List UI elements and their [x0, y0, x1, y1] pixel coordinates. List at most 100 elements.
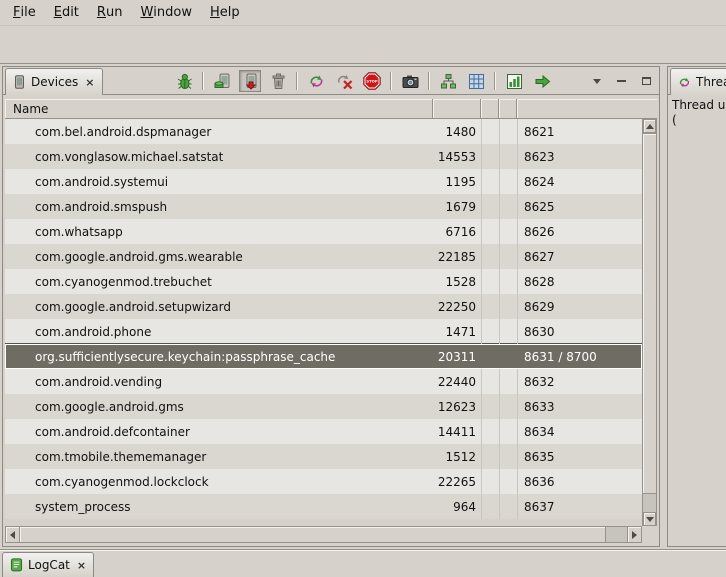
- table-row[interactable]: com.android.systemui 1195 8624: [5, 169, 642, 194]
- empty-cell: [499, 194, 517, 219]
- process-name: com.android.phone: [5, 319, 433, 344]
- process-port: 8635: [517, 444, 642, 469]
- process-pid: 964: [433, 494, 481, 519]
- empty-cell: [481, 319, 499, 344]
- tab-logcat[interactable]: LogCat ×: [2, 552, 94, 577]
- process-name: com.bel.android.dspmanager: [5, 119, 433, 144]
- scroll-up-icon[interactable]: [643, 119, 656, 133]
- debug-icon[interactable]: [173, 70, 195, 92]
- empty-cell: [499, 319, 517, 344]
- toolbar-separator: [390, 72, 392, 90]
- empty-cell: [499, 119, 517, 144]
- empty-cell: [481, 169, 499, 194]
- table-row[interactable]: com.whatsapp 6716 8626: [5, 219, 642, 244]
- process-name: com.android.smspush: [5, 194, 433, 219]
- menu-item[interactable]: Run: [88, 0, 132, 25]
- empty-cell: [481, 219, 499, 244]
- process-name: com.google.android.gms.wearable: [5, 244, 433, 269]
- empty-cell: [481, 119, 499, 144]
- empty-cell: [499, 394, 517, 419]
- cause-gc-icon[interactable]: [267, 70, 289, 92]
- scroll-left-icon[interactable]: [5, 526, 20, 543]
- view-menu-icon[interactable]: [587, 72, 606, 91]
- threads-message-line1: Thread up: [672, 98, 726, 113]
- empty-cell: [499, 494, 517, 519]
- column-header-name[interactable]: Name: [5, 99, 433, 119]
- menu-item[interactable]: Window: [131, 0, 201, 25]
- process-port: 8629: [517, 294, 642, 319]
- process-port: 8626: [517, 219, 642, 244]
- table-row[interactable]: com.google.android.setupwizard 22250 862…: [5, 294, 642, 319]
- ddms-window: File Edit Run Window Help: [0, 0, 726, 577]
- column-header-pid[interactable]: [433, 99, 481, 119]
- table-row[interactable]: com.vonglasow.michael.satstat 14553 8623: [5, 144, 642, 169]
- column-header-port[interactable]: [517, 99, 657, 119]
- process-pid: 22265: [433, 469, 481, 494]
- empty-cell: [481, 194, 499, 219]
- tab-threads[interactable]: Threads: [670, 68, 726, 95]
- capture-ui-hierarchy-icon[interactable]: [437, 70, 459, 92]
- devices-tab-icon: [13, 75, 26, 89]
- empty-cell: [499, 369, 517, 394]
- main-area: Devices ×: [0, 63, 726, 549]
- table-row[interactable]: com.android.defcontainer 14411 8634: [5, 419, 642, 444]
- vertical-scrollbar-thumb[interactable]: [642, 133, 657, 494]
- scroll-down-icon[interactable]: [643, 512, 656, 526]
- menu-item[interactable]: File: [4, 0, 45, 25]
- empty-cell: [481, 469, 499, 494]
- screen-capture-icon[interactable]: [399, 70, 421, 92]
- tab-devices[interactable]: Devices ×: [5, 68, 103, 95]
- close-icon[interactable]: ×: [85, 77, 94, 88]
- devices-panel: Devices ×: [2, 66, 660, 547]
- system-info-icon[interactable]: [503, 70, 525, 92]
- column-header-empty[interactable]: [499, 99, 517, 119]
- vertical-scrollbar[interactable]: [642, 119, 657, 526]
- table-row[interactable]: com.bel.android.dspmanager 1480 8621: [5, 119, 642, 144]
- ddms-toolbar: STOP: [173, 67, 656, 95]
- menu-item[interactable]: Help: [201, 0, 249, 25]
- process-table-body: com.bel.android.dspmanager 1480 8621 com…: [5, 119, 642, 526]
- column-header-empty[interactable]: [481, 99, 499, 119]
- table-row[interactable]: system_process 964 8637: [5, 494, 642, 519]
- process-port: 8634: [517, 419, 642, 444]
- update-heap-icon[interactable]: [211, 70, 233, 92]
- empty-cell: [481, 419, 499, 444]
- toolbar-separator: [296, 72, 298, 90]
- scroll-right-icon[interactable]: [627, 526, 642, 543]
- pixel-perfect-icon[interactable]: [465, 70, 487, 92]
- table-row[interactable]: com.cyanogenmod.trebuchet 1528 8628: [5, 269, 642, 294]
- stop-method-profiling-icon[interactable]: [333, 70, 355, 92]
- table-row[interactable]: com.android.smspush 1679 8625: [5, 194, 642, 219]
- horizontal-scrollbar-thumb[interactable]: [19, 526, 606, 543]
- process-pid: 1195: [433, 169, 481, 194]
- table-row[interactable]: com.android.phone 1471 8630: [5, 319, 642, 344]
- process-pid: 14411: [433, 419, 481, 444]
- table-row[interactable]: org.sufficientlysecure.keychain:passphra…: [5, 344, 642, 369]
- stop-process-icon[interactable]: STOP: [361, 70, 383, 92]
- maximize-icon[interactable]: [637, 72, 656, 91]
- opengl-trace-icon[interactable]: [531, 70, 553, 92]
- process-port: 8630: [517, 319, 642, 344]
- horizontal-scrollbar[interactable]: [5, 526, 642, 543]
- logcat-tab-icon: [10, 558, 23, 572]
- process-port: 8636: [517, 469, 642, 494]
- process-port: 8632: [517, 369, 642, 394]
- empty-cell: [481, 294, 499, 319]
- table-row[interactable]: com.android.vending 22440 8632: [5, 369, 642, 394]
- menu-item[interactable]: Edit: [45, 0, 88, 25]
- threads-message-line2: (: [672, 113, 726, 128]
- bottom-bar: LogCat ×: [0, 549, 726, 577]
- toolbar-separator: [428, 72, 430, 90]
- table-row[interactable]: com.cyanogenmod.lockclock 22265 8636: [5, 469, 642, 494]
- process-table: Name com.bel.android.dspmanager 1480: [5, 99, 657, 543]
- table-row[interactable]: com.tmobile.thememanager 1512 8635: [5, 444, 642, 469]
- close-icon[interactable]: ×: [77, 560, 86, 571]
- update-threads-icon[interactable]: [305, 70, 327, 92]
- table-row[interactable]: com.google.android.gms.wearable 22185 86…: [5, 244, 642, 269]
- dump-hprof-icon[interactable]: [239, 70, 261, 92]
- minimize-icon[interactable]: [612, 72, 631, 91]
- process-pid: 6716: [433, 219, 481, 244]
- empty-cell: [499, 169, 517, 194]
- empty-cell: [499, 269, 517, 294]
- table-row[interactable]: com.google.android.gms 12623 8633: [5, 394, 642, 419]
